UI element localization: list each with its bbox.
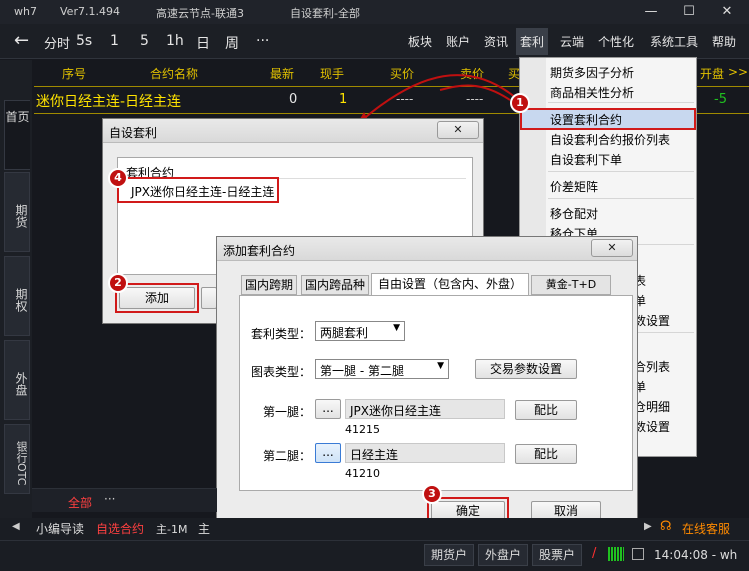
arbitrage-type-label: 套利类型： <box>251 327 312 341</box>
group-tab-all[interactable]: 全部 <box>68 494 92 511</box>
arbitrage-list-item[interactable]: JPX迷你日经主连-日经主连 <box>117 177 279 203</box>
tab-gold-td[interactable]: 黄金-T+D <box>531 275 611 295</box>
app-window: wh7 Ver7.1.494 高速云节点-联通3 自设套利-全部 — ☐ ✕ ←… <box>0 0 749 571</box>
nav-tab-guide[interactable]: 小编导读 <box>36 520 84 537</box>
menu-item-partial-6[interactable]: 仓明细 <box>634 398 670 415</box>
menu-item-spread-matrix[interactable]: 价差矩阵 <box>550 178 598 195</box>
futures-account-button[interactable]: 期货户 <box>424 544 474 566</box>
step-badge-3: 3 <box>422 484 442 504</box>
online-service-link[interactable]: 在线客服 <box>682 520 730 537</box>
tab-free-setting[interactable]: 自由设置（包含内、外盘） <box>371 273 529 295</box>
group-tabs: 全部 ··· <box>32 488 217 512</box>
add-button[interactable]: 添加 <box>119 287 195 309</box>
menu-item-rollover-pair[interactable]: 移仓配对 <box>550 205 598 222</box>
arbitrage-list-item-label: JPX迷你日经主连-日经主连 <box>131 185 275 199</box>
chevron-down-icon: ▼ <box>437 361 444 371</box>
status-divider: / <box>592 546 597 561</box>
step-badge-2: 2 <box>108 273 128 293</box>
chart-type-value: 第一腿 - 第二腿 <box>320 364 404 378</box>
tab-domestic-cross[interactable]: 国内跨品种 <box>301 275 369 295</box>
leg2-label: 第二腿： <box>263 449 312 463</box>
menu-item-partial-4[interactable]: 合列表 <box>634 358 670 375</box>
menu-item-place-order[interactable]: 自设套利下单 <box>550 151 622 168</box>
leg1-browse-button[interactable]: ... <box>315 399 341 419</box>
leg1-code: 41215 <box>345 423 380 436</box>
partial-button[interactable] <box>201 287 217 309</box>
stock-account-button[interactable]: 股票户 <box>532 544 582 566</box>
leg1-label: 第一腿： <box>263 405 312 419</box>
chart-type-select[interactable]: 第一腿 - 第二腿 ▼ <box>315 359 449 379</box>
menu-item-multifactor[interactable]: 期货多因子分析 <box>550 64 634 81</box>
menu-item-correlation[interactable]: 商品相关性分析 <box>550 84 634 101</box>
add-arbitrage-dialog-close-button[interactable]: ✕ <box>591 239 633 257</box>
leg2-field[interactable]: 日经主连 <box>345 443 505 463</box>
grid-icon[interactable] <box>632 548 644 560</box>
status-time: 14:04:08 - wh <box>654 548 738 562</box>
signal-icon <box>608 547 624 561</box>
leg2-code: 41210 <box>345 467 380 480</box>
chart-type-label: 图表类型： <box>251 365 312 379</box>
group-tab-more[interactable]: ··· <box>104 492 115 506</box>
chevron-down-icon: ▼ <box>393 323 400 333</box>
arbitrage-dialog-close-button[interactable]: ✕ <box>437 121 479 139</box>
add-arbitrage-dialog-titlebar: 添加套利合约 ✕ <box>217 237 637 261</box>
menu-item-set-arbitrage[interactable]: 设置套利合约 <box>550 111 622 128</box>
arbitrage-dialog-titlebar: 自设套利 ✕ <box>103 119 483 143</box>
nav-tab-main-1m[interactable]: 主-1M <box>156 521 187 537</box>
menu-item-partial-3[interactable]: 数设置 <box>634 312 670 329</box>
foreign-account-button[interactable]: 外盘户 <box>478 544 528 566</box>
leg1-field[interactable]: JPX迷你日经主连 <box>345 399 505 419</box>
nav-tab-watchlist[interactable]: 自选合约 <box>96 520 144 537</box>
tab-domestic-calendar[interactable]: 国内跨期 <box>241 275 297 295</box>
nav-left-icon[interactable]: ◀ <box>12 521 20 532</box>
arbitrage-dialog-title: 自设套利 <box>109 126 158 140</box>
arbitrage-type-select[interactable]: 两腿套利 ▼ <box>315 321 405 341</box>
menu-item-quote-list[interactable]: 自设套利合约报价列表 <box>550 131 670 148</box>
nav-right-icon[interactable]: ▶ <box>644 521 652 532</box>
step-badge-1: 1 <box>510 93 530 113</box>
bottom-bar: ◀ 小编导读 自选合约 主-1M 主 ▶ ☊ 在线客服 期货户 外盘户 股票户 … <box>0 518 749 571</box>
add-arbitrage-dialog-title: 添加套利合约 <box>223 244 296 258</box>
menu-item-partial-7[interactable]: 数设置 <box>634 418 670 435</box>
headset-icon: ☊ <box>660 519 672 534</box>
arbitrage-type-value: 两腿套利 <box>320 326 369 340</box>
nav-tab-main[interactable]: 主 <box>198 520 210 537</box>
leg1-ratio-button[interactable]: 配比 <box>515 400 577 420</box>
trade-params-button[interactable]: 交易参数设置 <box>475 359 577 379</box>
step-badge-4: 4 <box>108 168 128 188</box>
leg2-browse-button[interactable]: ... <box>315 443 341 463</box>
leg2-ratio-button[interactable]: 配比 <box>515 444 577 464</box>
